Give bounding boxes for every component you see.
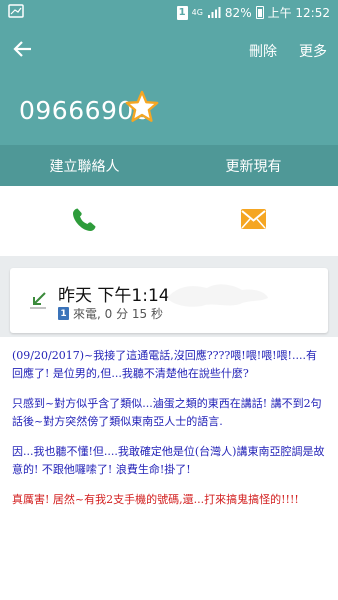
incoming-call-icon <box>30 292 46 309</box>
call-time: 昨天 下午1:14 <box>58 286 170 306</box>
signal-icon <box>207 7 221 18</box>
status-bar: 1 4G 82% 上午 12:52 <box>0 0 338 24</box>
sim-icon: 1 <box>176 5 188 20</box>
star-icon[interactable] <box>125 90 159 124</box>
sim-badge: 1 <box>58 307 69 320</box>
redaction-mark <box>167 284 268 307</box>
call-type-duration: 來電, 0 分 15 秒 <box>73 307 163 321</box>
clock: 上午 12:52 <box>267 6 330 20</box>
call-note: (09/20/2017)~我接了這通電話,沒回應????喂!喂!喂!喂!....… <box>0 337 338 600</box>
battery-icon <box>255 6 264 19</box>
phone-icon[interactable] <box>70 206 98 234</box>
note-paragraph: 因...我也聽不懂!但....我敢確定他是位(台灣人)講東南亞腔調是故意的! 不… <box>12 445 325 476</box>
envelope-icon[interactable] <box>240 208 267 230</box>
note-paragraph: 只感到~對方似乎含了類似...滷蛋之類的東西在講話! 講不到2句話後~對方突然傍… <box>12 397 322 428</box>
back-arrow-icon[interactable] <box>12 38 34 60</box>
notification-icon <box>8 4 24 18</box>
call-detail: 1 來電, 0 分 15 秒 <box>58 305 163 322</box>
call-log-entry[interactable]: 昨天 下午1:14 1 來電, 0 分 15 秒 <box>10 268 328 333</box>
network-type: 4G <box>191 7 203 17</box>
note-paragraph-highlight: 真厲害! 居然~有我2支手機的號碼,還...打來搞鬼搞怪的!!!! <box>12 493 299 506</box>
more-button[interactable]: 更多 <box>299 41 327 61</box>
delete-button[interactable]: 刪除 <box>249 41 277 61</box>
battery-percent: 82% <box>224 5 252 20</box>
create-contact-button[interactable]: 建立聯絡人 <box>0 145 169 186</box>
contact-header: 刪除 更多 09666906 <box>0 24 338 145</box>
contact-actions: 建立聯絡人 更新現有 <box>0 145 338 186</box>
update-existing-button[interactable]: 更新現有 <box>169 145 338 186</box>
note-paragraph: (09/20/2017)~我接了這通電話,沒回應????喂!喂!喂!喂!....… <box>12 349 317 380</box>
communication-row <box>0 186 338 256</box>
